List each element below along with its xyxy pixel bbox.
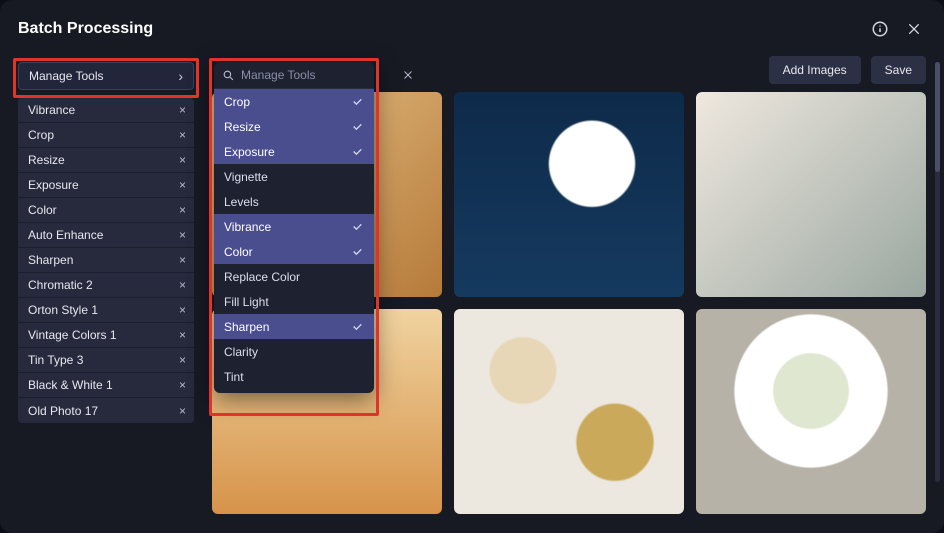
manage-tools-button[interactable]: Manage Tools › — [18, 62, 194, 90]
scrollbar[interactable] — [935, 62, 940, 482]
remove-tool-icon[interactable]: × — [179, 228, 186, 242]
remove-tool-icon[interactable]: × — [179, 253, 186, 267]
tool-option[interactable]: Exposure — [214, 139, 374, 164]
tool-option-label: Tint — [224, 370, 244, 384]
applied-tool-item[interactable]: Chromatic 2 × — [18, 273, 194, 298]
tool-label: Orton Style 1 — [28, 303, 98, 317]
applied-tool-item[interactable]: Crop × — [18, 123, 194, 148]
tool-option-label: Resize — [224, 120, 261, 134]
remove-tool-icon[interactable]: × — [179, 203, 186, 217]
remove-tool-icon[interactable]: × — [179, 103, 186, 117]
tool-label: Vintage Colors 1 — [28, 328, 117, 342]
tool-option[interactable]: Resize — [214, 114, 374, 139]
applied-tool-item[interactable]: Sharpen × — [18, 248, 194, 273]
tool-label: Chromatic 2 — [28, 278, 93, 292]
remove-tool-icon[interactable]: × — [179, 353, 186, 367]
tool-option-label: Levels — [224, 195, 259, 209]
search-icon — [222, 69, 235, 82]
remove-tool-icon[interactable]: × — [179, 328, 186, 342]
manage-tools-label: Manage Tools — [29, 69, 104, 83]
info-icon[interactable] — [868, 17, 892, 41]
tool-option[interactable]: Levels — [214, 189, 374, 214]
tool-label: Color — [28, 203, 57, 217]
image-thumbnail[interactable] — [696, 309, 926, 514]
add-images-button[interactable]: Add Images — [769, 56, 861, 84]
applied-tool-item[interactable]: Vintage Colors 1 × — [18, 323, 194, 348]
applied-tool-item[interactable]: Black & White 1 × — [18, 373, 194, 398]
tool-option-label: Fill Light — [224, 295, 269, 309]
image-thumbnail[interactable] — [454, 309, 684, 514]
applied-tool-item[interactable]: Orton Style 1 × — [18, 298, 194, 323]
applied-tool-item[interactable]: Exposure × — [18, 173, 194, 198]
image-thumbnail[interactable] — [696, 92, 926, 297]
tool-option[interactable]: Replace Color — [214, 264, 374, 289]
remove-tool-icon[interactable]: × — [179, 378, 186, 392]
tool-option-label: Crop — [224, 95, 250, 109]
applied-tool-item[interactable]: Resize × — [18, 148, 194, 173]
tool-label: Sharpen — [28, 253, 73, 267]
applied-tool-item[interactable]: Vibrance × — [18, 98, 194, 123]
tool-label: Tin Type 3 — [28, 353, 83, 367]
tool-option[interactable]: Color — [214, 239, 374, 264]
applied-tool-item[interactable]: Old Photo 17 × — [18, 398, 194, 423]
tool-option[interactable]: Tint — [214, 364, 374, 389]
check-icon — [351, 320, 364, 333]
remove-tool-icon[interactable]: × — [179, 128, 186, 142]
manage-tools-popup: Crop Resize Exposure Vignette Levels Vibrance… — [214, 62, 374, 393]
tool-option-label: Sharpen — [224, 320, 269, 334]
applied-tool-item[interactable]: Tin Type 3 × — [18, 348, 194, 373]
remove-tool-icon[interactable]: × — [179, 153, 186, 167]
tool-option[interactable]: Fill Light — [214, 289, 374, 314]
remove-tool-icon[interactable]: × — [179, 404, 186, 418]
tools-search-input[interactable] — [241, 68, 396, 82]
remove-tool-icon[interactable]: × — [179, 178, 186, 192]
tool-option-label: Color — [224, 245, 253, 259]
check-icon — [351, 145, 364, 158]
page-title: Batch Processing — [18, 20, 868, 38]
tool-label: Auto Enhance — [28, 228, 103, 242]
tool-label: Resize — [28, 153, 65, 167]
tool-label: Exposure — [28, 178, 79, 192]
tool-option-label: Exposure — [224, 145, 275, 159]
chevron-right-icon: › — [178, 68, 183, 84]
tool-label: Crop — [28, 128, 54, 142]
sidebar: Manage Tools › Vibrance×Crop×Resize×Expo… — [18, 62, 194, 423]
tool-label: Vibrance — [28, 103, 75, 117]
close-icon[interactable] — [902, 17, 926, 41]
tool-option[interactable]: Sharpen — [214, 314, 374, 339]
check-icon — [351, 120, 364, 133]
check-icon — [351, 95, 364, 108]
remove-tool-icon[interactable]: × — [179, 278, 186, 292]
tool-option-label: Replace Color — [224, 270, 300, 284]
tool-option[interactable]: Crop — [214, 89, 374, 114]
tool-label: Old Photo 17 — [28, 404, 98, 418]
tool-option-label: Clarity — [224, 345, 258, 359]
applied-tool-item[interactable]: Color × — [18, 198, 194, 223]
tool-option[interactable]: Vibrance — [214, 214, 374, 239]
check-icon — [351, 220, 364, 233]
check-icon — [351, 245, 364, 258]
tool-option[interactable]: Clarity — [214, 339, 374, 364]
clear-search-icon[interactable] — [402, 69, 414, 81]
remove-tool-icon[interactable]: × — [179, 303, 186, 317]
save-button[interactable]: Save — [871, 56, 926, 84]
tool-option-label: Vibrance — [224, 220, 271, 234]
tool-option-label: Vignette — [224, 170, 268, 184]
tool-label: Black & White 1 — [28, 378, 113, 392]
tool-option[interactable]: Vignette — [214, 164, 374, 189]
applied-tool-item[interactable]: Auto Enhance × — [18, 223, 194, 248]
applied-tools-list: Vibrance×Crop×Resize×Exposure×Color×Auto… — [18, 98, 194, 423]
image-thumbnail[interactable] — [454, 92, 684, 297]
